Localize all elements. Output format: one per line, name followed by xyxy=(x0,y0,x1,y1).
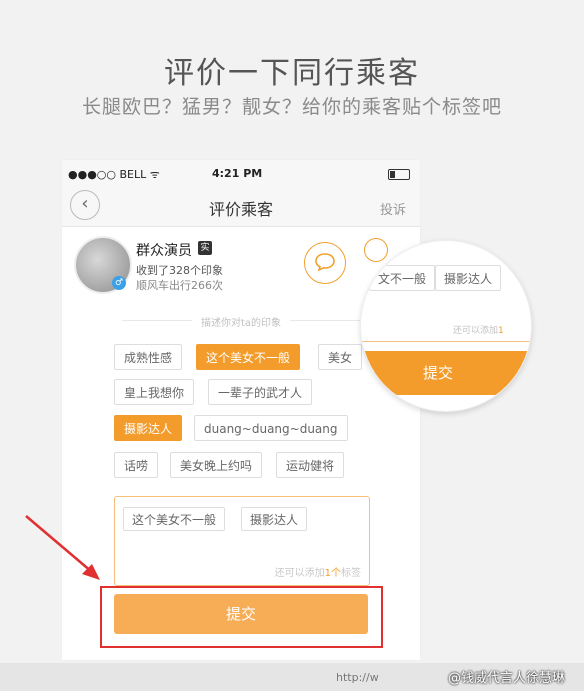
highlight-annotation xyxy=(100,586,383,648)
tag-option[interactable]: 摄影达人 xyxy=(114,415,183,441)
battery-icon xyxy=(388,169,410,180)
red-arrow-icon xyxy=(25,515,100,580)
tag-option[interactable]: 美女 xyxy=(318,344,363,370)
zoom-submit-button: 提交 xyxy=(361,351,531,395)
watermark-handle: @钱威代言人徐慧琳 xyxy=(448,671,566,686)
chat-button[interactable] xyxy=(304,242,346,284)
chat-bubble-icon xyxy=(315,253,335,272)
report-button[interactable]: 投诉 xyxy=(380,199,406,218)
tag-option[interactable]: duang~duang~duang xyxy=(194,415,348,441)
chosen-tag[interactable]: 这个美女不一般 xyxy=(123,507,226,531)
carrier-signal: ●●●○○ BELL ᯤ xyxy=(68,168,160,181)
hero-subtitle: 长腿欧巴？猛男？靓女？给你的乘客贴个标签吧 xyxy=(81,96,502,118)
tag-option[interactable]: 话唠 xyxy=(114,452,159,478)
tag-option[interactable]: 皇上我想你 xyxy=(114,379,195,405)
nav-bar: ‹ 评价乘客 投诉 xyxy=(62,186,420,227)
verified-badge: 实 xyxy=(198,241,212,255)
caption-divider-right xyxy=(290,320,360,321)
zoom-tag: 摄影达人 xyxy=(435,265,502,291)
hero-title: 评价一下同行乘客 xyxy=(164,56,420,91)
phone-screen: ●●●○○ BELL ᯤ 4:21 PM ‹ 评价乘客 投诉 ♂ 群众演员 实 … xyxy=(62,160,420,660)
ride-count: 顺风车出行266次 xyxy=(136,279,223,292)
tag-option[interactable]: 成熟性感 xyxy=(114,344,183,370)
zoom-anchor-circle xyxy=(364,238,388,262)
zoom-magnifier: 文不一般 摄影达人 还可以添加1 提交 xyxy=(360,240,532,412)
tag-option[interactable]: 这个美女不一般 xyxy=(196,344,301,370)
tag-option[interactable]: 一辈子的武才人 xyxy=(208,379,313,405)
zoom-tag: 文不一般 xyxy=(369,265,436,291)
gender-male-icon: ♂ xyxy=(112,276,126,290)
impression-count: 收到了328个印象 xyxy=(136,264,223,277)
remaining-hint: 还可以添加1个标签 xyxy=(274,568,361,579)
zoom-hint: 还可以添加1 xyxy=(453,326,504,336)
chosen-tag[interactable]: 摄影达人 xyxy=(241,507,308,531)
page-title: 评价乘客 xyxy=(208,200,273,219)
user-name: 群众演员 xyxy=(136,243,192,259)
status-time: 4:21 PM xyxy=(212,167,263,180)
tag-option[interactable]: 运动健将 xyxy=(276,452,345,478)
status-bar: ●●●○○ BELL ᯤ 4:21 PM xyxy=(62,160,420,186)
zoom-divider xyxy=(361,341,531,342)
selected-tags-box: 这个美女不一般 摄影达人 还可以添加1个标签 xyxy=(114,496,370,586)
watermark-url: http://w xyxy=(336,671,379,684)
tag-option[interactable]: 美女晚上约吗 xyxy=(170,452,263,478)
